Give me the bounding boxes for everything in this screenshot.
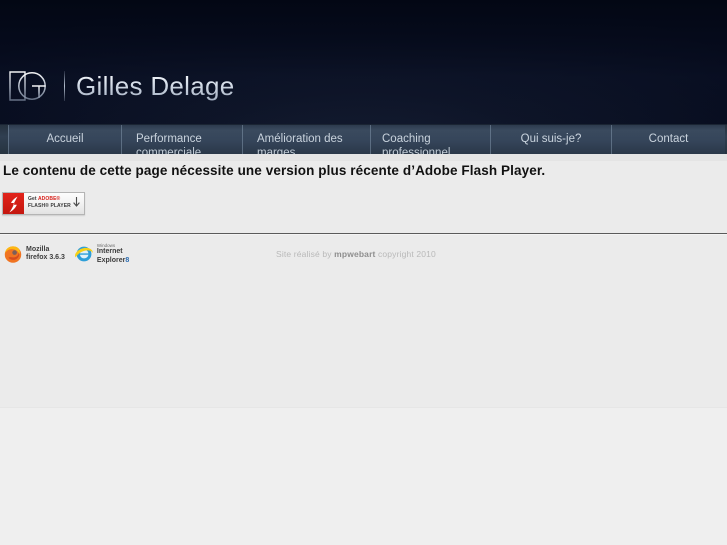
nav-item-contact[interactable]: Contact [611,125,725,154]
nav-label-line2: commerciale [136,147,202,154]
firefox-label: Mozilla firefox 3.6.3 [26,246,65,263]
flash-get-label: Get [28,196,37,202]
nav-label-line1: Performance [136,133,202,145]
nav-item-performance-commerciale[interactable]: Performance commerciale [121,125,242,154]
footer-divider-highlight [0,234,727,235]
browser-badge-firefox[interactable]: Mozilla firefox 3.6.3 [3,243,65,265]
firefox-line2: firefox 3.6.3 [26,254,65,261]
lower-page-area [0,408,727,545]
ie-version: 8 [125,256,130,264]
credit-brand-link[interactable]: mpwebart [334,249,375,259]
flash-required-message: Le contenu de cette page nécessite une v… [3,163,546,178]
ie-line2: Explorer [96,256,126,264]
site-header: Gilles Delage [0,0,727,124]
content-top-band [0,154,727,161]
nav-label-line1: Amélioration des [257,133,343,145]
download-arrow-icon [73,197,80,207]
page-root: Gilles Delage Accueil Performance commer… [0,0,727,545]
main-navigation: Accueil Performance commerciale Améliora… [0,124,727,154]
firefox-icon [4,246,22,263]
credit-prefix: Site réalisé by [276,249,335,259]
flash-adobe-label: ADOBE® [37,196,61,202]
nav-label-line1: Contact [648,133,689,145]
ie-line1: Internet [96,248,123,255]
internet-explorer-icon [74,246,93,262]
nav-item-qui-suis-je[interactable]: Qui suis-je? [490,125,611,154]
footer-credit: Site réalisé by mpwebart copyright 2010 [276,249,436,259]
nav-item-accueil[interactable]: Accueil [8,125,121,154]
credit-suffix: copyright 2010 [375,249,436,259]
firefox-line1: Mozilla [26,245,50,253]
nav-label-line2: marges [257,147,296,154]
browser-badges: Mozilla firefox 3.6.3 Windows Internet E… [3,243,138,265]
nav-label-line1: Qui suis-je? [520,133,582,145]
dg-monogram-icon [8,68,56,104]
nav-label-line1: Coaching [382,133,431,145]
browser-badge-internet-explorer[interactable]: Windows Internet Explorer8 [74,243,129,265]
internet-explorer-label: Windows Internet Explorer8 [97,243,129,265]
brand-name: Gilles Delage [76,70,235,101]
get-adobe-flash-player-button[interactable]: Get ADOBE® FLASH® PLAYER [2,192,85,215]
nav-label-line2: professionnel [382,147,451,154]
flash-f-icon [3,193,24,214]
logo-divider [64,71,65,101]
nav-item-coaching-professionnel[interactable]: Coaching professionnel [370,125,490,154]
nav-left-edge [0,125,8,154]
flash-badge-text: Get ADOBE® FLASH® PLAYER [24,193,84,214]
nav-item-amelioration-des-marges[interactable]: Amélioration des marges [242,125,370,154]
nav-label-line1: Accueil [46,133,84,145]
site-logo[interactable]: Gilles Delage [8,63,235,109]
